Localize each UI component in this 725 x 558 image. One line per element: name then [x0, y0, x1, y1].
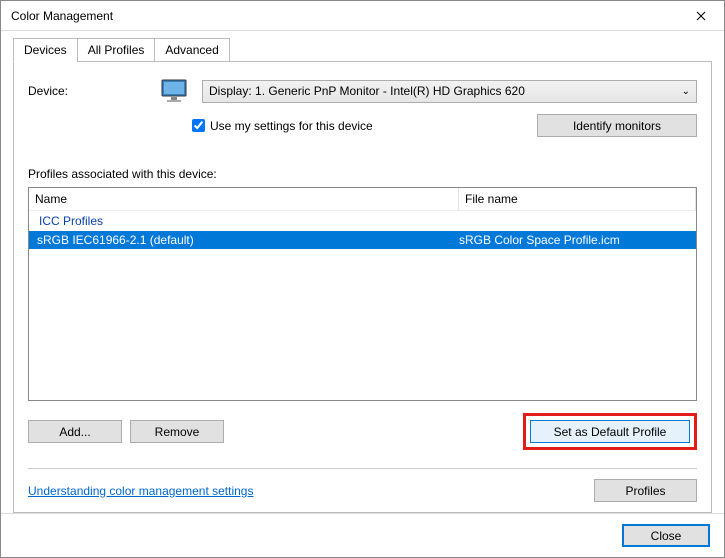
- listview-body: ICC Profiles sRGB IEC61966-2.1 (default)…: [29, 211, 696, 400]
- device-label: Device:: [28, 84, 148, 98]
- tab-strip: Devices All Profiles Advanced: [13, 37, 712, 61]
- color-management-window: Color Management Devices All Profiles Ad…: [0, 0, 725, 558]
- tab-panel-devices: Device: Display: 1. Generic PnP Monitor …: [13, 61, 712, 513]
- tab-devices[interactable]: Devices: [13, 38, 78, 62]
- tab-all-profiles[interactable]: All Profiles: [77, 38, 156, 62]
- bottom-row: Understanding color management settings …: [28, 479, 697, 502]
- column-header-name[interactable]: Name: [29, 188, 459, 210]
- device-settings-row: Use my settings for this device Identify…: [192, 114, 697, 137]
- titlebar: Color Management: [1, 1, 724, 31]
- column-header-file[interactable]: File name: [459, 188, 696, 210]
- profile-actions-row: Add... Remove Set as Default Profile: [28, 413, 697, 450]
- content-area: Devices All Profiles Advanced Device: Di…: [1, 31, 724, 513]
- add-button[interactable]: Add...: [28, 420, 122, 443]
- profile-actions-left: Add... Remove: [28, 420, 224, 443]
- list-item-name: sRGB IEC61966-2.1 (default): [29, 233, 459, 247]
- close-icon[interactable]: [678, 1, 724, 31]
- profiles-section-label: Profiles associated with this device:: [28, 167, 697, 181]
- listview-header: Name File name: [29, 188, 696, 211]
- set-as-default-profile-button[interactable]: Set as Default Profile: [530, 420, 690, 443]
- device-dropdown-value: Display: 1. Generic PnP Monitor - Intel(…: [209, 84, 525, 98]
- monitor-icon: [158, 76, 192, 106]
- understanding-color-management-link[interactable]: Understanding color management settings: [28, 484, 253, 498]
- close-button[interactable]: Close: [622, 524, 710, 547]
- set-default-highlight: Set as Default Profile: [523, 413, 697, 450]
- window-title: Color Management: [11, 9, 113, 23]
- profiles-button[interactable]: Profiles: [594, 479, 697, 502]
- device-dropdown[interactable]: Display: 1. Generic PnP Monitor - Intel(…: [202, 80, 697, 103]
- divider: [28, 468, 697, 469]
- use-my-settings-checkbox[interactable]: Use my settings for this device: [192, 119, 373, 133]
- identify-monitors-button[interactable]: Identify monitors: [537, 114, 697, 137]
- tab-advanced[interactable]: Advanced: [154, 38, 229, 62]
- profiles-listview[interactable]: Name File name ICC Profiles sRGB IEC6196…: [28, 187, 697, 401]
- list-item[interactable]: sRGB IEC61966-2.1 (default) sRGB Color S…: [29, 231, 696, 249]
- remove-button[interactable]: Remove: [130, 420, 224, 443]
- chevron-down-icon: ⌄: [682, 86, 690, 97]
- device-row: Device: Display: 1. Generic PnP Monitor …: [28, 76, 697, 106]
- dialog-footer: Close: [1, 513, 724, 557]
- listview-group-icc: ICC Profiles: [29, 211, 696, 231]
- use-my-settings-input[interactable]: [192, 119, 205, 132]
- list-item-file: sRGB Color Space Profile.icm: [459, 233, 696, 247]
- use-my-settings-label: Use my settings for this device: [210, 119, 373, 133]
